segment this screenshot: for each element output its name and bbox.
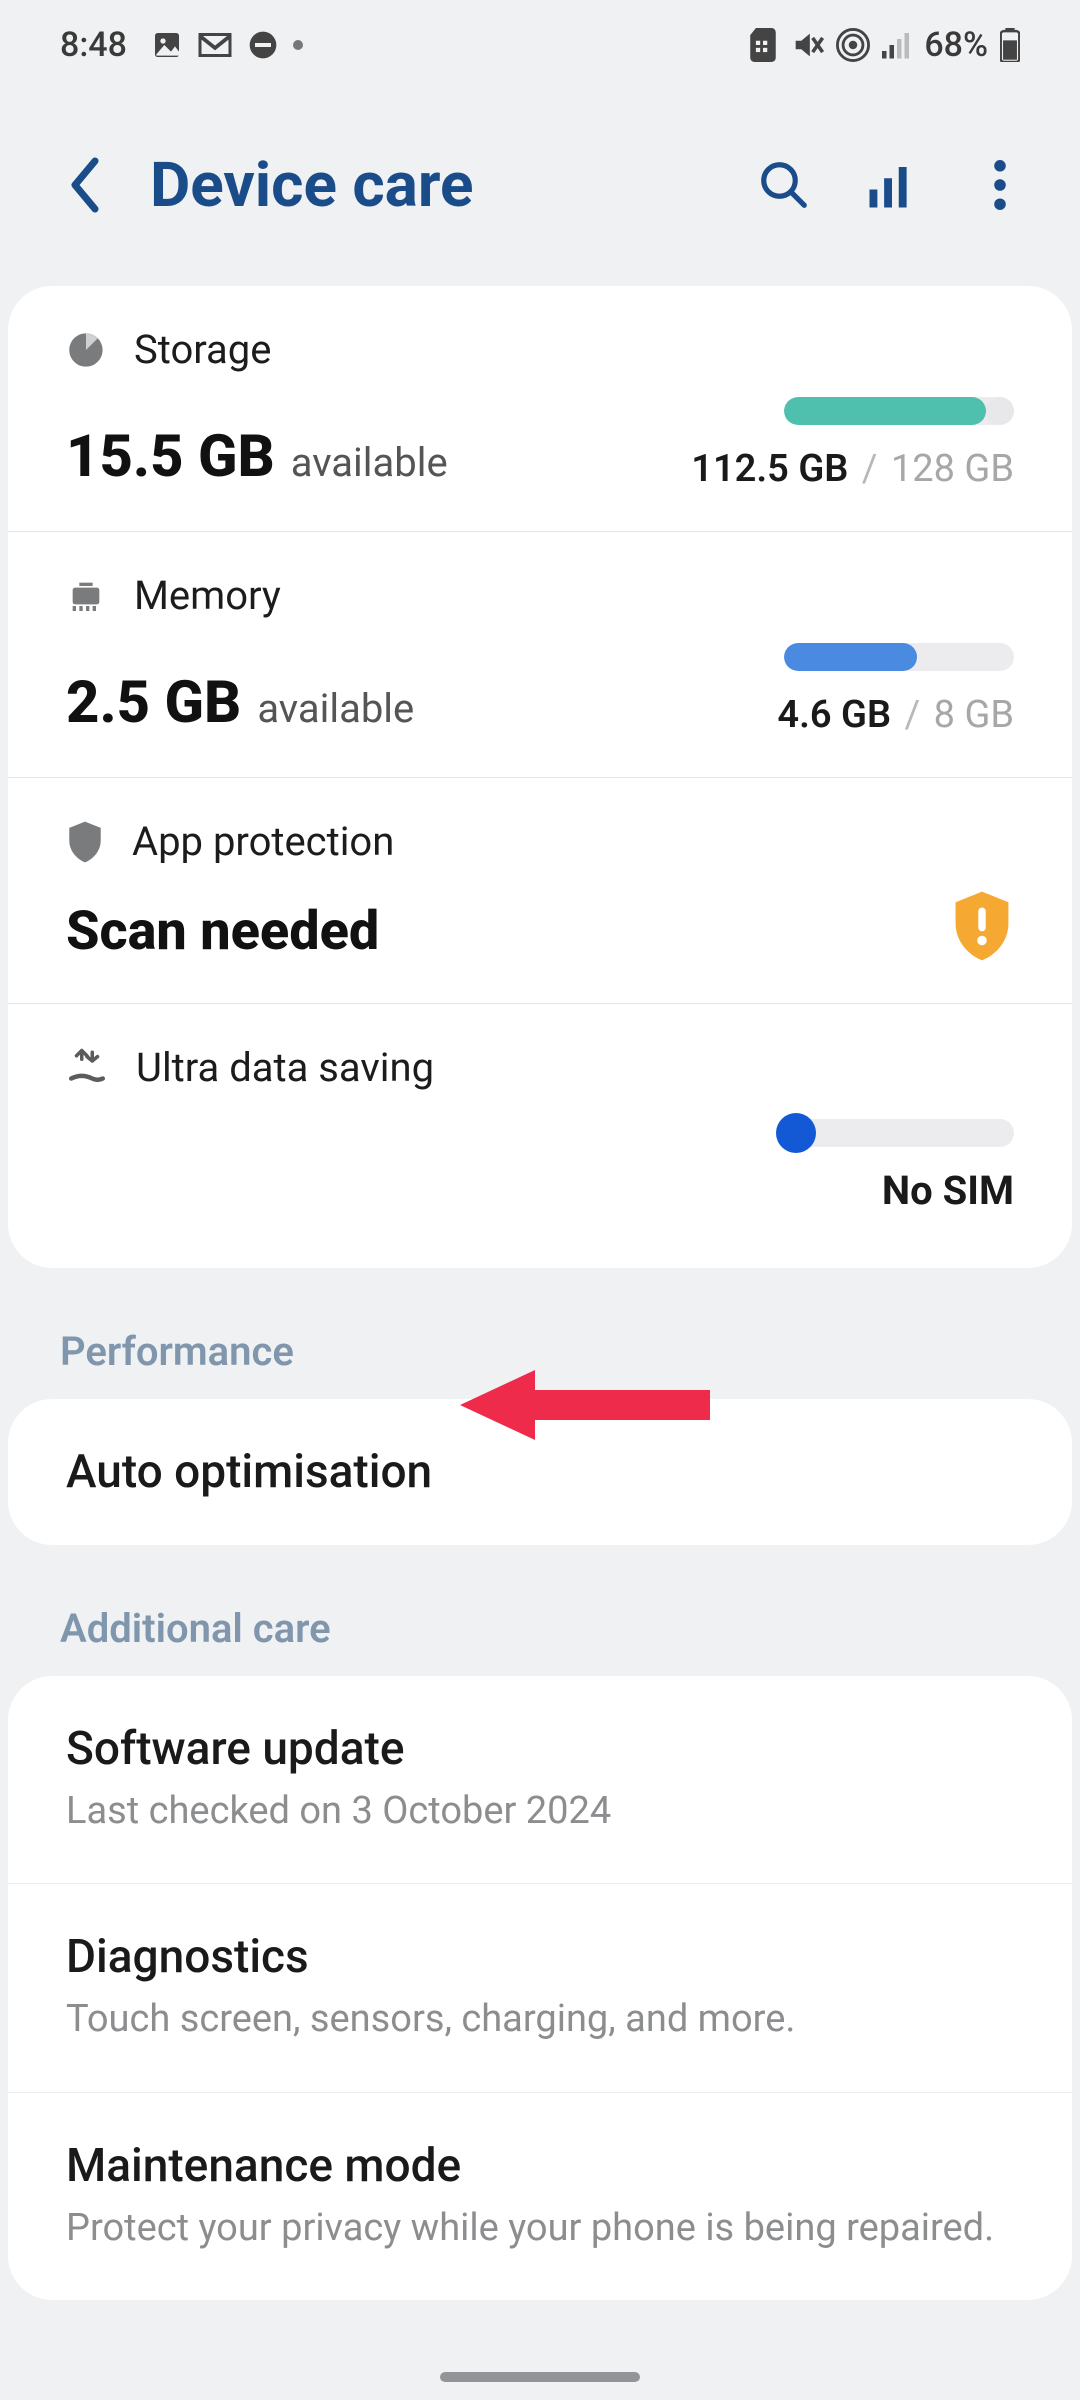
battery-percent: 68% xyxy=(924,25,988,65)
software-update-item[interactable]: Software update Last checked on 3 Octobe… xyxy=(8,1676,1072,1884)
ultra-data-saving-status: No SIM xyxy=(882,1167,1014,1214)
memory-row[interactable]: Memory 2.5 GB available 4.6 GB / 8 GB xyxy=(8,532,1072,778)
ultra-data-saving-label: Ultra data saving xyxy=(136,1044,434,1091)
storage-bar xyxy=(784,397,1014,425)
memory-used: 4.6 GB xyxy=(777,693,891,737)
chart-button[interactable] xyxy=(862,155,922,215)
maintenance-mode-subtitle: Protect your privacy while your phone is… xyxy=(66,2203,1014,2254)
back-button[interactable] xyxy=(60,150,110,220)
more-button[interactable] xyxy=(970,155,1030,215)
app-protection-row[interactable]: App protection Scan needed xyxy=(8,778,1072,1004)
gmail-icon xyxy=(197,31,233,59)
additional-care-card: Software update Last checked on 3 Octobe… xyxy=(8,1676,1072,2300)
storage-available-suffix: available xyxy=(291,439,448,486)
diagnostics-item[interactable]: Diagnostics Touch screen, sensors, charg… xyxy=(8,1884,1072,2092)
page-title: Device care xyxy=(150,149,754,222)
mute-icon xyxy=(790,28,824,62)
status-bar: 8:48 68% xyxy=(0,0,1080,90)
notification-dot-icon xyxy=(293,40,303,50)
storage-icon xyxy=(66,330,106,370)
signal-icon xyxy=(882,31,912,59)
maintenance-mode-title: Maintenance mode xyxy=(66,2139,1014,2193)
storage-total: 128 GB xyxy=(891,447,1014,491)
shield-warning-icon xyxy=(950,889,1014,963)
sim-icon xyxy=(748,28,778,62)
data-saving-icon xyxy=(66,1047,108,1089)
memory-available-suffix: available xyxy=(257,685,414,732)
storage-available-value: 15.5 GB xyxy=(66,423,275,491)
search-button[interactable] xyxy=(754,155,814,215)
hotspot-icon xyxy=(836,28,870,62)
performance-section-header: Performance xyxy=(0,1268,1080,1399)
performance-card: Auto optimisation xyxy=(8,1399,1072,1545)
chevron-left-icon xyxy=(68,157,102,213)
memory-available-value: 2.5 GB xyxy=(66,669,241,737)
diagnostics-subtitle: Touch screen, sensors, charging, and mor… xyxy=(66,1994,1014,2045)
app-protection-label: App protection xyxy=(132,818,394,865)
device-status-card: Storage 15.5 GB available 112.5 GB / 128… xyxy=(8,286,1072,1268)
software-update-title: Software update xyxy=(66,1722,1014,1776)
software-update-subtitle: Last checked on 3 October 2024 xyxy=(66,1786,1014,1837)
ultra-data-saving-bar xyxy=(784,1119,1014,1147)
memory-icon xyxy=(66,576,106,616)
memory-total: 8 GB xyxy=(934,693,1014,737)
storage-label: Storage xyxy=(134,326,271,373)
additional-care-section-header: Additional care xyxy=(0,1545,1080,1676)
memory-bar xyxy=(784,643,1014,671)
memory-label: Memory xyxy=(134,572,281,619)
battery-icon xyxy=(1000,28,1020,62)
more-vertical-icon xyxy=(994,160,1006,210)
shield-icon xyxy=(66,820,104,864)
maintenance-mode-item[interactable]: Maintenance mode Protect your privacy wh… xyxy=(8,2093,1072,2300)
auto-optimisation-item[interactable]: Auto optimisation xyxy=(8,1399,1072,1545)
storage-row[interactable]: Storage 15.5 GB available 112.5 GB / 128… xyxy=(8,286,1072,532)
storage-used: 112.5 GB xyxy=(691,447,848,491)
auto-optimisation-title: Auto optimisation xyxy=(66,1445,1014,1499)
home-indicator[interactable] xyxy=(440,2372,640,2382)
status-time: 8:48 xyxy=(60,25,127,65)
gallery-icon xyxy=(151,29,183,61)
do-not-disturb-icon xyxy=(247,29,279,61)
bar-chart-icon xyxy=(865,158,919,212)
ultra-data-saving-row[interactable]: Ultra data saving No SIM xyxy=(8,1004,1072,1268)
app-header: Device care xyxy=(0,90,1080,280)
diagnostics-title: Diagnostics xyxy=(66,1930,1014,1984)
search-icon xyxy=(757,158,811,212)
app-protection-status: Scan needed xyxy=(66,900,379,963)
